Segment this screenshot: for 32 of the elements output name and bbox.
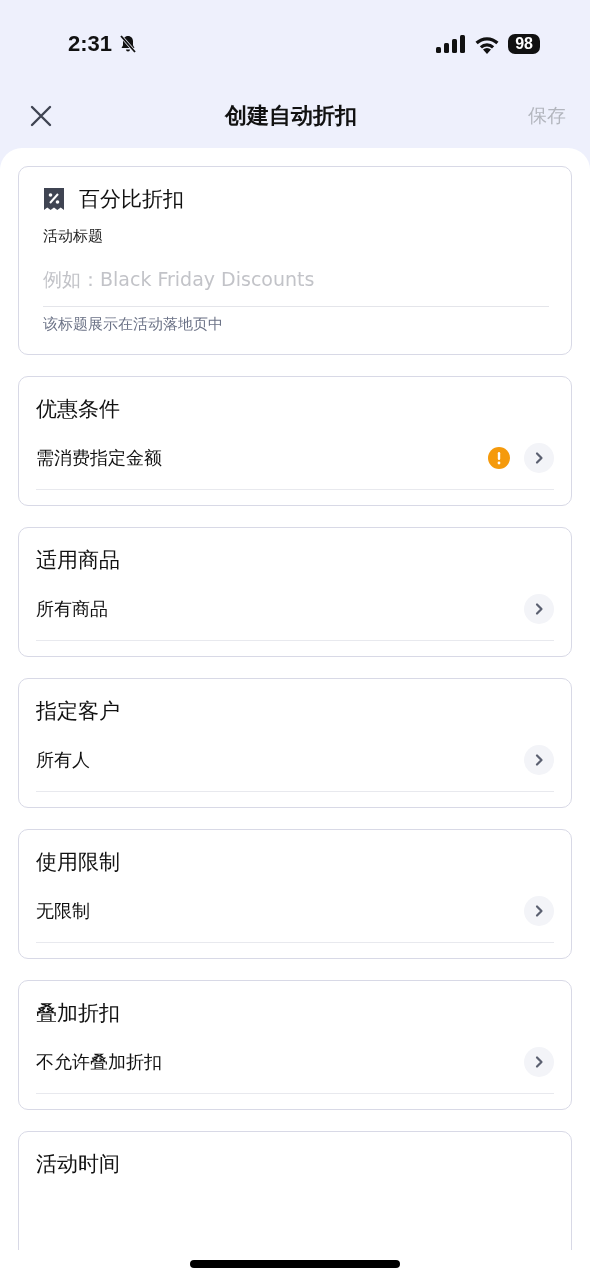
section-row[interactable]: 所有商品 — [36, 574, 554, 641]
title-input-field[interactable]: 例如：Black Friday Discounts — [43, 246, 549, 307]
chevron-right-icon — [524, 1047, 554, 1077]
helper-text: 该标题展示在活动落地页中 — [43, 315, 224, 334]
section-title: 叠加折扣 — [36, 1000, 121, 1027]
chevron-right-icon — [524, 745, 554, 775]
section-value: 需消费指定金额 — [36, 446, 163, 470]
signal-icon — [436, 35, 467, 53]
section-value: 不允许叠加折扣 — [36, 1050, 163, 1074]
field-label: 活动标题 — [43, 227, 104, 246]
section-value: 所有人 — [36, 748, 91, 772]
section-value: 无限制 — [36, 899, 91, 923]
page-title: 创建自动折扣 — [225, 102, 357, 130]
discount-tag-icon — [43, 187, 65, 211]
section-title: 适用商品 — [36, 547, 121, 574]
wifi-icon — [474, 34, 501, 54]
section-row[interactable]: 需消费指定金额 — [36, 423, 554, 490]
chevron-right-icon — [524, 896, 554, 926]
chevron-right-icon — [524, 594, 554, 624]
chevron-right-icon — [524, 443, 554, 473]
section-value: 所有商品 — [36, 597, 109, 621]
section-row[interactable]: 不允许叠加折扣 — [36, 1027, 554, 1094]
status-time: 2:31 — [68, 31, 113, 57]
section-row[interactable]: 无限制 — [36, 876, 554, 943]
discount-type-title: 百分比折扣 — [79, 186, 184, 213]
close-button[interactable] — [28, 103, 54, 129]
section-title: 使用限制 — [36, 849, 121, 876]
section-title: 活动时间 — [36, 1151, 121, 1178]
section-title: 优惠条件 — [36, 396, 121, 423]
section-title: 指定客户 — [36, 698, 121, 725]
section-row[interactable]: 所有人 — [36, 725, 554, 792]
battery-indicator: 98 — [508, 34, 540, 54]
